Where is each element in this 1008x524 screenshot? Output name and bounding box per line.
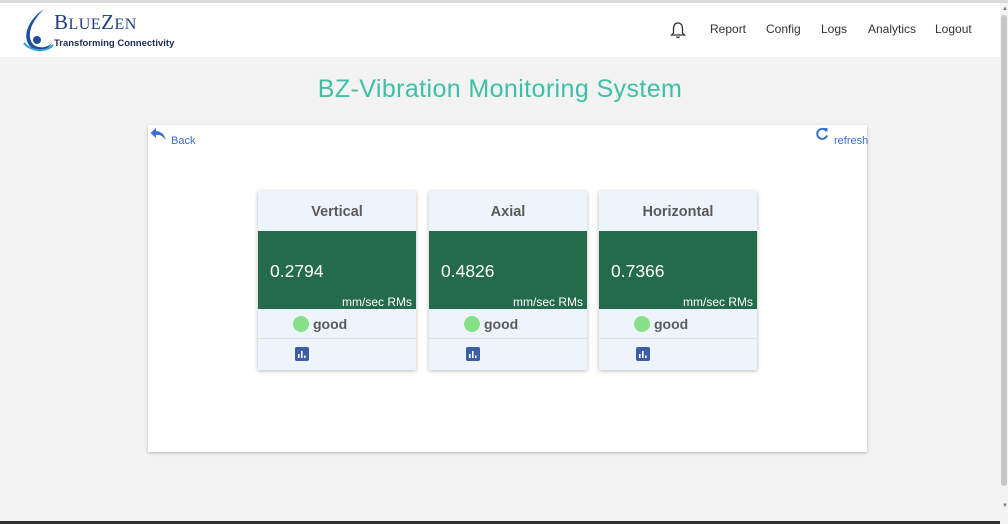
sensor-axis-title: Axial <box>490 204 526 220</box>
scrollbar-thumb[interactable] <box>1001 15 1007 486</box>
sensor-card-axial: Axial 0.4826 mm/sec RMs good <box>429 191 587 370</box>
sensor-value-panel: 0.7366 mm/sec RMs <box>599 231 757 309</box>
sensor-status-row: good <box>429 309 587 339</box>
sensor-status-text: good <box>484 316 519 332</box>
scroll-down-arrow-icon[interactable]: ▼ <box>1002 503 1008 509</box>
sensor-card-vertical: Vertical 0.2794 mm/sec RMs good <box>258 191 416 370</box>
bell-icon[interactable] <box>670 21 686 39</box>
sensor-value: 0.7366 <box>611 261 665 281</box>
scroll-up-arrow-icon[interactable]: ▲ <box>1002 6 1008 12</box>
status-dot-icon <box>293 316 309 332</box>
brand-logo[interactable]: BLUEZEN Transforming Connectivity <box>20 7 180 53</box>
sensor-axis-title: Horizontal <box>642 204 714 220</box>
chart-icon[interactable] <box>466 347 480 361</box>
brand-name: BLUEZEN <box>54 10 137 34</box>
sensor-status-row: good <box>258 309 416 339</box>
sensor-unit: mm/sec RMs <box>513 295 583 309</box>
sensor-value-panel: 0.2794 mm/sec RMs <box>258 231 416 309</box>
refresh-label: refresh <box>834 135 869 147</box>
brand-logo-icon <box>23 9 54 51</box>
chart-icon[interactable] <box>295 347 309 361</box>
sensor-value-panel: 0.4826 mm/sec RMs <box>429 231 587 309</box>
status-dot-icon <box>464 316 480 332</box>
nav-report-link[interactable]: Report <box>710 22 746 36</box>
page-title: BZ-Vibration Monitoring System <box>317 75 683 103</box>
sensor-status-row: good <box>599 309 757 339</box>
navbar: BLUEZEN Transforming Connectivity Report… <box>0 3 1000 57</box>
sensor-status-text: good <box>654 316 689 332</box>
sensor-value: 0.2794 <box>270 261 324 281</box>
refresh-icon <box>816 127 828 140</box>
nav-config-link[interactable]: Config <box>766 22 801 36</box>
nav-logs-link[interactable]: Logs <box>821 22 847 36</box>
sensor-unit: mm/sec RMs <box>342 295 412 309</box>
brand-tagline: Transforming Connectivity <box>54 38 175 49</box>
sensor-panel: Back refresh Vertical 0.2794 mm/sec RMs … <box>148 125 869 452</box>
sensor-status-text: good <box>313 316 348 332</box>
sensor-value: 0.4826 <box>441 261 495 281</box>
sensor-axis-title: Vertical <box>311 204 363 220</box>
status-dot-icon <box>634 316 650 332</box>
back-label: Back <box>171 135 196 147</box>
chart-icon[interactable] <box>636 347 650 361</box>
sensor-unit: mm/sec RMs <box>683 295 753 309</box>
sensor-card-horizontal: Horizontal 0.7366 mm/sec RMs good <box>599 191 757 370</box>
nav-analytics-link[interactable]: Analytics <box>868 22 916 36</box>
nav-logout-link[interactable]: Logout <box>935 22 972 36</box>
reply-arrow-icon <box>150 128 166 140</box>
